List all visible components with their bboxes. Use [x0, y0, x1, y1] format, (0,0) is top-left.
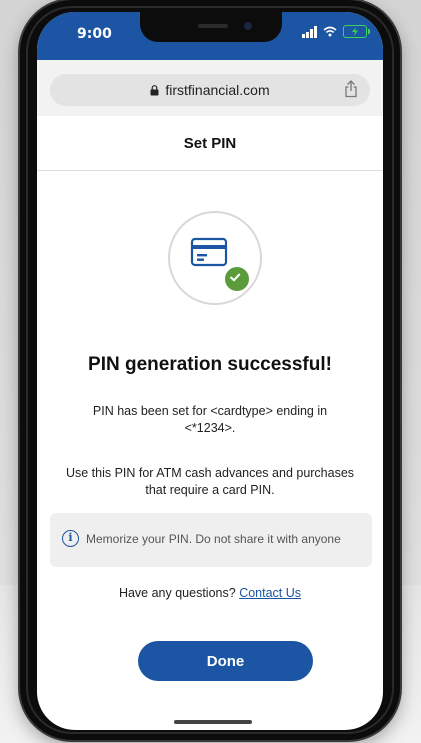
- share-icon[interactable]: [344, 80, 358, 98]
- questions-text: Have any questions?: [118, 586, 236, 600]
- info-icon: i: [62, 530, 79, 547]
- url-text: firstfinancial.com: [165, 82, 270, 98]
- questions-line: Have any questions? Contact Us: [37, 586, 383, 600]
- checkmark-icon: [230, 273, 241, 282]
- home-indicator[interactable]: [174, 720, 252, 724]
- phone-screen: 9:00 firstfinancial.com Set PIN PIN gene…: [37, 12, 383, 730]
- pin-usage-message: Use this PIN for ATM cash advances and p…: [65, 466, 355, 497]
- phone-frame: 9:00 firstfinancial.com Set PIN PIN gene…: [20, 0, 400, 740]
- page-title: Set PIN: [183, 134, 237, 152]
- browser-bar: firstfinancial.com: [37, 60, 383, 117]
- success-badge: [223, 265, 251, 293]
- battery-icon: [343, 25, 370, 38]
- card-icon: [190, 237, 228, 267]
- front-camera: [244, 22, 252, 30]
- lock-icon: [150, 85, 159, 96]
- success-heading: PIN generation successful!: [88, 354, 332, 375]
- status-bar: 9:00: [37, 12, 383, 60]
- info-notice-text: Memorize your PIN. Do not share it with …: [86, 532, 341, 546]
- notch: [140, 12, 282, 42]
- main-content: PIN generation successful! PIN has been …: [37, 171, 383, 730]
- success-illustration: [168, 211, 262, 305]
- pin-set-message: PIN has been set for <cardtype> ending i…: [92, 404, 328, 435]
- done-button[interactable]: Done: [138, 641, 313, 681]
- url-display: firstfinancial.com: [50, 82, 370, 98]
- address-bar[interactable]: firstfinancial.com: [50, 74, 370, 106]
- status-icons: [302, 25, 370, 38]
- page-header: Set PIN: [37, 116, 383, 171]
- wifi-icon: [323, 26, 337, 37]
- signal-icon: [302, 25, 317, 38]
- info-notice: i Memorize your PIN. Do not share it wit…: [50, 513, 372, 567]
- contact-us-link[interactable]: Contact Us: [239, 586, 301, 600]
- speaker-grille: [198, 24, 228, 28]
- status-time: 9:00: [77, 26, 112, 42]
